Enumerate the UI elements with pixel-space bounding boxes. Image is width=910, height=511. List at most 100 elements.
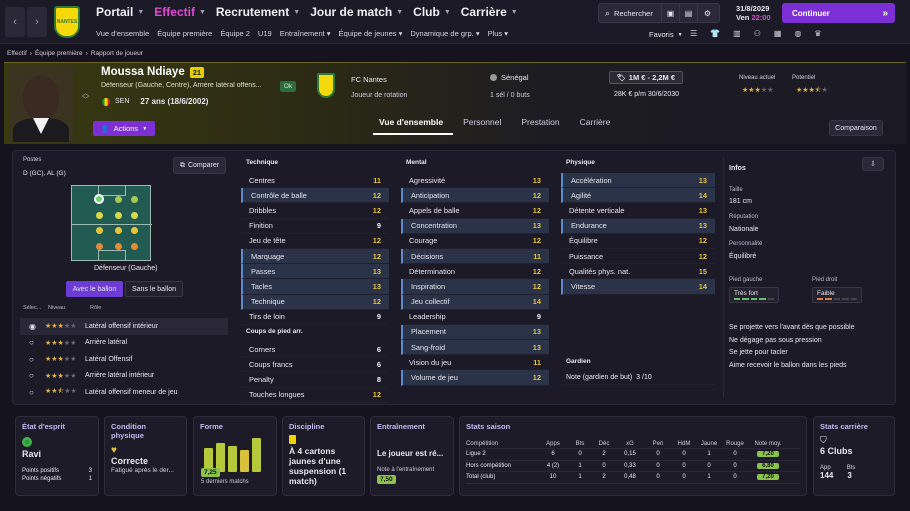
subnav-plus[interactable]: Plus ▾ bbox=[488, 29, 508, 38]
subnav-equipe2[interactable]: Équipe 2 bbox=[220, 29, 250, 38]
career-stats-card[interactable]: Stats carrière ⛉ 6 Clubs App Bts 144 3 bbox=[813, 416, 895, 496]
role-row[interactable]: ○ ★★★★★ Arrière latéral bbox=[20, 335, 228, 352]
squad-icon[interactable]: ☰ bbox=[690, 29, 697, 38]
notes-button[interactable]: ▤ bbox=[679, 4, 697, 22]
role-row[interactable]: ○ ★★★★★ Latéral Offensif bbox=[20, 351, 228, 368]
attribute-row[interactable]: Penalty 8 bbox=[241, 372, 389, 388]
attribute-row[interactable]: Touches longues 12 bbox=[241, 388, 389, 403]
subnav-u19[interactable]: U19 bbox=[258, 29, 272, 38]
shirt-icon[interactable]: 👕 bbox=[710, 29, 720, 38]
radio-icon[interactable]: ○ bbox=[20, 388, 45, 397]
attribute-row[interactable]: Corners 6 bbox=[241, 342, 389, 358]
training-card[interactable]: Entraînement Le joueur est ré... Note à … bbox=[370, 416, 454, 496]
inbox-button[interactable]: ▣ bbox=[661, 4, 679, 22]
group-icon[interactable]: ⚇ bbox=[754, 29, 761, 38]
date-display[interactable]: 31/8/2029 Ven 22:00 bbox=[736, 4, 771, 22]
condition-card[interactable]: Condition physique ♥ Correcte Fatigué ap… bbox=[104, 416, 187, 496]
season-row[interactable]: Total (club) 10 1 2 0,48 0 0 1 0 7,20 bbox=[466, 472, 800, 484]
nav-portail[interactable]: Portail bbox=[96, 5, 133, 19]
attribute-row[interactable]: Placement 13 bbox=[401, 324, 549, 341]
season-stats-card[interactable]: Stats saison Compétition Apps Bts Déc xG Pen H… bbox=[459, 416, 807, 496]
radio-icon[interactable]: ○ bbox=[20, 371, 45, 380]
attribute-row[interactable]: Courage 12 bbox=[401, 234, 549, 249]
value-box[interactable]: 🏷 1M € - 2,2M € bbox=[609, 71, 683, 84]
attribute-row[interactable]: Détente verticale 13 bbox=[561, 203, 715, 219]
info-menu-button[interactable]: ⇩ bbox=[862, 157, 884, 171]
season-row[interactable]: Ligue 2 6 0 2 0,15 0 0 1 0 7,20 bbox=[466, 449, 800, 461]
compare-positions-button[interactable]: ⧉ Comparer bbox=[173, 157, 226, 174]
attribute-row[interactable]: Contrôle de balle 12 bbox=[241, 188, 389, 204]
subnav-entrainement[interactable]: Entraînement ▾ bbox=[280, 29, 331, 38]
tactics-icon[interactable]: ▥ bbox=[733, 29, 741, 38]
radio-selected-icon[interactable]: ◉ bbox=[20, 322, 45, 331]
continue-button[interactable]: Continuer » bbox=[782, 3, 895, 23]
favorites-menu[interactable]: Favoris ▼ bbox=[649, 30, 683, 39]
chevron-down-icon[interactable]: ▼ bbox=[444, 9, 451, 16]
tab-performance[interactable]: Prestation bbox=[521, 117, 559, 127]
nav-recrutement[interactable]: Recrutement bbox=[216, 5, 289, 19]
breadcrumb-item[interactable]: Effectif bbox=[7, 50, 27, 57]
settings-button[interactable]: ⚙ bbox=[697, 4, 717, 22]
form-card[interactable]: Forme 7,25 5 derniers matchs bbox=[193, 416, 277, 496]
comparison-button[interactable]: Comparaison bbox=[829, 120, 883, 136]
back-button[interactable]: ‹ bbox=[5, 7, 25, 37]
attribute-row[interactable]: Tacles 13 bbox=[241, 279, 389, 295]
attribute-row[interactable]: Tirs de loin 9 bbox=[241, 310, 389, 325]
role-row[interactable]: ○ ★★⯪★★ Latéral offensif meneur de jeu bbox=[20, 384, 228, 401]
attribute-row[interactable]: Puissance 12 bbox=[561, 249, 715, 265]
attribute-row[interactable]: Coups francs 6 bbox=[241, 357, 389, 373]
breadcrumb-item[interactable]: Équipe première bbox=[35, 50, 83, 57]
club-name[interactable]: FC Nantes bbox=[351, 75, 387, 84]
search-button[interactable]: ⌕ Rechercher bbox=[599, 4, 661, 22]
attribute-row[interactable]: Agilité 14 bbox=[561, 188, 715, 204]
calendar-icon[interactable]: ▦ bbox=[774, 29, 782, 38]
attribute-row[interactable]: Technique 12 bbox=[241, 294, 389, 310]
subnav-dynamique[interactable]: Dynamique de grp. ▾ bbox=[410, 29, 479, 38]
subnav-equipe-premiere[interactable]: Équipe première bbox=[157, 29, 212, 38]
chevron-down-icon[interactable]: ▼ bbox=[199, 9, 206, 16]
chevron-down-icon[interactable]: ▼ bbox=[293, 9, 300, 16]
attribute-row[interactable]: Accélération 13 bbox=[561, 173, 715, 189]
discipline-card[interactable]: Discipline À 4 cartons jaunes d'une susp… bbox=[282, 416, 365, 496]
attribute-row[interactable]: Dribbles 12 bbox=[241, 203, 389, 219]
attribute-row[interactable]: Détermination 12 bbox=[401, 264, 549, 280]
attribute-row[interactable]: Marquage 12 bbox=[241, 248, 389, 265]
ball-icon[interactable]: ◍ bbox=[794, 29, 801, 38]
radio-icon[interactable]: ○ bbox=[20, 355, 45, 364]
attribute-row[interactable]: Leadership 9 bbox=[401, 310, 549, 325]
attribute-row[interactable]: Jeu collectif 14 bbox=[401, 294, 549, 310]
role-row[interactable]: ◉ ★★★★★ Latéral offensif intérieur bbox=[20, 318, 228, 335]
attribute-row[interactable]: Jeu de tête 12 bbox=[241, 234, 389, 249]
nav-jour-de-match[interactable]: Jour de match bbox=[310, 5, 392, 19]
attribute-row[interactable]: Qualités phys. nat. 15 bbox=[561, 264, 715, 280]
attribute-row[interactable]: Vision du jeu 11 bbox=[401, 355, 549, 371]
attribute-row[interactable]: Endurance 13 bbox=[561, 218, 715, 234]
chevron-down-icon[interactable]: ▼ bbox=[396, 9, 403, 16]
tab-career[interactable]: Carrière bbox=[580, 117, 611, 127]
subnav-vue[interactable]: Vue d'ensemble bbox=[96, 29, 149, 38]
nav-club[interactable]: Club bbox=[413, 5, 440, 19]
without-ball-toggle[interactable]: Sans le ballon bbox=[125, 281, 183, 297]
nav-effectif[interactable]: Effectif bbox=[154, 5, 195, 19]
mood-card[interactable]: État d'esprit ☺ Ravi Points positifs 3 Po… bbox=[15, 416, 99, 496]
role-row[interactable]: ○ ★★★★★ Arrière latéral intérieur bbox=[20, 368, 228, 385]
forward-button[interactable]: › bbox=[27, 7, 47, 37]
attribute-row[interactable]: Passes 13 bbox=[241, 264, 389, 280]
radio-icon[interactable]: ○ bbox=[20, 338, 45, 347]
attribute-row[interactable]: Concentration 13 bbox=[401, 218, 549, 234]
trophy-icon[interactable]: ♛ bbox=[814, 29, 821, 38]
tab-overview[interactable]: Vue d'ensemble bbox=[379, 117, 443, 127]
subnav-jeunes[interactable]: Équipe de jeunes ▾ bbox=[339, 29, 403, 38]
attribute-row[interactable]: Sang-froid 13 bbox=[401, 340, 549, 356]
nav-carriere[interactable]: Carrière bbox=[461, 5, 507, 19]
chevron-down-icon[interactable]: ▼ bbox=[137, 9, 144, 16]
player-switch[interactable]: ︿ ﹀ bbox=[82, 90, 89, 104]
attribute-row[interactable]: Vitesse 14 bbox=[561, 279, 715, 295]
tab-personal[interactable]: Personnel bbox=[463, 117, 501, 127]
attribute-row[interactable]: Équilibre 12 bbox=[561, 234, 715, 249]
actions-button[interactable]: 👤 Actions ▼ bbox=[93, 121, 155, 136]
chevron-down-icon[interactable]: ▼ bbox=[511, 9, 518, 16]
with-ball-toggle[interactable]: Avec le ballon bbox=[66, 281, 123, 297]
attribute-row[interactable]: Agressivité 13 bbox=[401, 173, 549, 189]
attribute-row[interactable]: Centres 11 bbox=[241, 173, 389, 189]
